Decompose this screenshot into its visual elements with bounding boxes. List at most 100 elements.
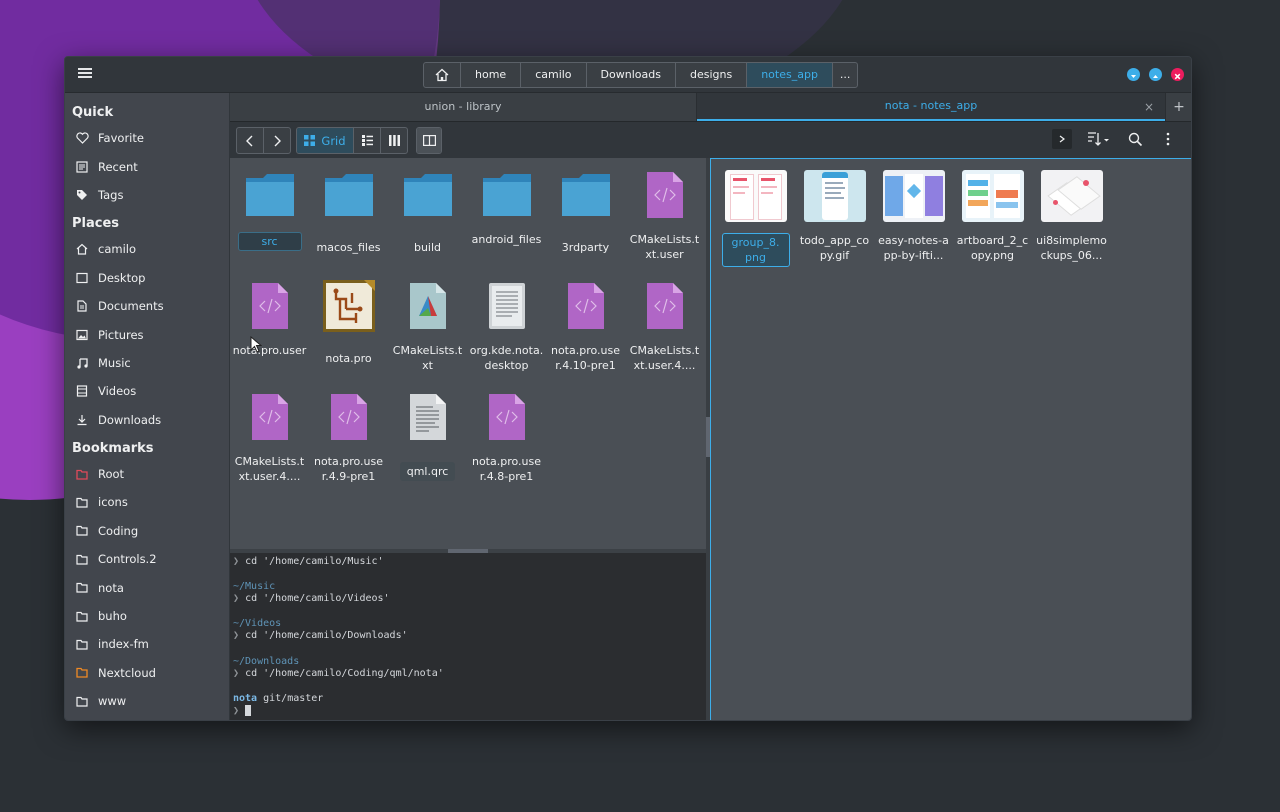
folder-icon [75, 552, 89, 566]
mouse-pointer-icon [250, 335, 263, 357]
file-item-cmakelists-user-4a[interactable]: CMakeLists.txt.user.4.... [625, 275, 704, 373]
sidebar-item-root[interactable]: Root [65, 460, 229, 488]
more-options-icon[interactable] [1163, 130, 1173, 148]
breadcrumb-designs[interactable]: designs [676, 63, 748, 87]
file-item-qml-qrc[interactable]: qml.qrc [388, 386, 467, 481]
sidebar-item-index-fm[interactable]: index-fm [65, 630, 229, 658]
breadcrumb-home[interactable]: home [461, 63, 522, 87]
columns-view-button[interactable] [381, 128, 407, 153]
file-item-todo-app-copy[interactable]: todo_app_copy.gif [795, 165, 874, 263]
tab-union-library[interactable]: union - library [230, 93, 696, 121]
file-item-nota-pro[interactable]: nota.pro [309, 275, 388, 366]
sidebar-item-icons[interactable]: icons [65, 488, 229, 516]
tab-close-icon[interactable]: × [1144, 93, 1154, 121]
breadcrumb: home camilo Downloads designs notes_app … [423, 62, 859, 88]
desktop-icon [75, 271, 89, 285]
embedded-terminal[interactable]: ❯ cd '/home/camilo/Music' ~/Music ❯ cd '… [230, 553, 707, 720]
breadcrumb-notes-app[interactable]: notes_app [747, 63, 833, 87]
breadcrumb-camilo[interactable]: camilo [521, 63, 587, 87]
sidebar-item-label: Downloads [98, 412, 162, 427]
sidebar-item-camilo[interactable]: camilo [65, 235, 229, 263]
folder-icon [75, 495, 89, 509]
sidebar-section-quick: Quick [72, 105, 114, 120]
terminal-line: ~/Downloads [233, 656, 300, 667]
file-item-easy-notes[interactable]: easy-notes-app-by-ifti... [874, 165, 953, 263]
file-item-nota-pro-user-4-9[interactable]: nota.pro.user.4.9-pre1 [309, 386, 388, 484]
sidebar-item-label: Music [98, 355, 131, 370]
sidebar-item-label: Coding [98, 523, 139, 538]
sidebar-item-coding[interactable]: Coding [65, 517, 229, 545]
sidebar-item-controls2[interactable]: Controls.2 [65, 545, 229, 573]
file-item-src[interactable]: src [230, 164, 309, 251]
terminal-line: ~/Music [233, 581, 276, 592]
sidebar-section-places: Places [72, 216, 120, 232]
breadcrumb-downloads[interactable]: Downloads [587, 63, 676, 87]
file-item-macos-files[interactable]: macos_files [309, 164, 388, 255]
terminal-cwd: nota [233, 693, 258, 704]
folder-icon [467, 164, 546, 226]
terminal-toggle-icon[interactable] [1052, 129, 1072, 149]
sidebar: Quick Favorite Recent Tags Places camilo… [65, 93, 229, 720]
file-item-ui8simplemockups[interactable]: ui8simplemockups_06... [1032, 165, 1111, 263]
sidebar-item-documents[interactable]: Documents [65, 292, 229, 320]
code-file-icon [625, 164, 704, 226]
new-tab-button[interactable]: + [1165, 93, 1191, 121]
file-item-nota-pro-user-4-10[interactable]: nota.pro.user.4.10-pre1 [546, 275, 625, 373]
file-item-nota-pro-user[interactable]: nota.pro.user [230, 275, 309, 358]
file-item-desktop-file[interactable]: org.kde.nota.desktop [467, 275, 546, 373]
file-item-nota-pro-user-4-8[interactable]: nota.pro.user.4.8-pre1 [467, 386, 546, 484]
sidebar-item-label: icons [98, 495, 128, 510]
image-thumbnail [1032, 165, 1111, 227]
sidebar-item-label: Tags [98, 187, 124, 202]
file-item-cmakelists-user[interactable]: CMakeLists.txt.user [625, 164, 704, 262]
terminal-git-branch: git/master [263, 693, 324, 704]
file-item-artboard-2-copy[interactable]: artboard_2_copy.png [953, 165, 1032, 263]
maximize-icon[interactable] [1149, 68, 1162, 81]
sidebar-item-favorite[interactable]: Favorite [65, 124, 229, 152]
split-view-button[interactable] [417, 128, 441, 153]
sidebar-item-pictures[interactable]: Pictures [65, 320, 229, 348]
image-thumbnail [874, 165, 953, 227]
minimize-icon[interactable] [1127, 68, 1140, 81]
sidebar-item-www[interactable]: www [65, 687, 229, 715]
cmake-file-icon [388, 275, 467, 337]
columns-icon [388, 135, 400, 146]
close-icon[interactable] [1171, 68, 1184, 81]
breadcrumb-more-button[interactable]: ... [833, 63, 857, 87]
document-icon [75, 299, 89, 313]
terminal-line: cd '/home/camilo/Music' [245, 556, 384, 567]
header-bar: home camilo Downloads designs notes_app … [65, 57, 1191, 93]
sidebar-item-desktop[interactable]: Desktop [65, 264, 229, 292]
sidebar-item-downloads[interactable]: Downloads [65, 406, 229, 434]
file-item-group-8[interactable]: group_8.png [716, 165, 795, 267]
file-item-cmakelists-txt[interactable]: CMakeLists.txt [388, 275, 467, 373]
list-view-button[interactable] [354, 128, 381, 153]
hamburger-menu-icon[interactable] [77, 66, 93, 82]
sidebar-item-recent[interactable]: Recent [65, 152, 229, 180]
sidebar-item-label: nota [98, 580, 124, 595]
file-item-build[interactable]: build [388, 164, 467, 255]
sidebar-item-label: Recent [98, 159, 138, 174]
sidebar-item-music[interactable]: Music [65, 349, 229, 377]
qtcreator-project-icon [309, 275, 388, 337]
back-button[interactable] [237, 128, 264, 153]
forward-button[interactable] [264, 128, 290, 153]
sort-icon[interactable] [1085, 129, 1111, 149]
sidebar-item-label: Desktop [98, 270, 146, 285]
grid-view-button[interactable]: Grid [297, 128, 354, 153]
file-item-android-files[interactable]: android_files [467, 164, 546, 247]
home-icon[interactable] [424, 63, 461, 87]
sidebar-item-tags[interactable]: Tags [65, 181, 229, 209]
file-item-cmakelists-user-4b[interactable]: CMakeLists.txt.user.4.... [230, 386, 309, 484]
sidebar-item-label: Pictures [98, 327, 144, 342]
sidebar-item-videos[interactable]: Videos [65, 377, 229, 405]
sidebar-item-nota[interactable]: nota [65, 573, 229, 601]
sidebar-item-nextcloud[interactable]: Nextcloud [65, 659, 229, 687]
file-item-3rdparty[interactable]: 3rdparty [546, 164, 625, 255]
sidebar-item-buho[interactable]: buho [65, 602, 229, 630]
code-file-icon [625, 275, 704, 337]
terminal-cursor [245, 705, 252, 716]
search-icon[interactable] [1126, 130, 1144, 148]
sidebar-item-label: Controls.2 [98, 552, 157, 567]
tab-nota-notes-app[interactable]: nota - notes_app [697, 93, 1165, 121]
